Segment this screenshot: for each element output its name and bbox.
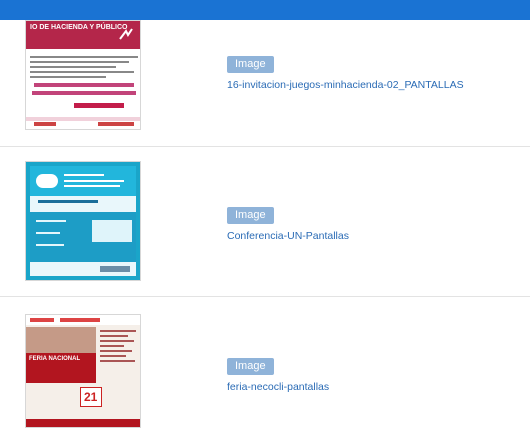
image-thumbnail[interactable]: IO DE HACIENDA Y PÚBLICO [25,20,141,130]
list-item[interactable]: IO DE HACIENDA Y PÚBLICO Image 16-invita… [0,0,530,150]
list-item[interactable]: FERIA NACIONAL 21 Image feria-necocli-pa… [0,296,530,446]
thumbnail-side-text [100,327,140,413]
thumbnail-info-panel [30,212,136,262]
thumbnail-logo [60,318,100,322]
thumbnail-header-text: IO DE HACIENDA Y PÚBLICO [30,24,128,31]
thumbnail-date: 21 [80,387,102,407]
type-badge: Image [227,56,274,73]
image-thumbnail[interactable]: FERIA NACIONAL 21 [25,314,141,428]
thumbnail-info-box [92,220,132,242]
thumbnail-header [26,315,140,325]
thumbnail-brand [74,103,124,108]
thumbnail-title: FERIA NACIONAL [29,356,81,362]
thumbnail-day: 21 [84,390,98,404]
thumbnail-title-line [64,185,120,187]
type-badge: Image [227,207,274,224]
panel-line [36,232,60,234]
thumbnail-footer [26,419,140,427]
thumbnail-title-line [64,180,124,182]
panel-line [36,244,64,246]
file-name-link[interactable]: Conferencia-UN-Pantallas [227,229,349,243]
ribbon-icon [119,28,133,40]
thumbnail-title-line [64,174,104,176]
thumbnail-body-text [30,53,138,81]
thumbnail-header [30,166,136,196]
list-item[interactable]: Image Conferencia-UN-Pantallas [0,146,530,296]
type-badge: Image [227,358,274,375]
thumbnail-logos [100,266,130,272]
image-thumbnail[interactable] [25,161,141,281]
panel-line [36,220,66,222]
file-name-link[interactable]: feria-necocli-pantallas [227,380,329,394]
thumbnail-card [30,166,136,276]
thumbnail-logo [98,122,134,126]
thumbnail-tagline-2 [32,91,136,95]
thumbnail-speaker [38,200,98,203]
thumbnail-footer [26,117,140,121]
speech-bubble-icon [36,174,58,188]
thumbnail-logo [30,318,54,322]
thumbnail-tagline [34,83,134,87]
thumbnail-title-block: FERIA NACIONAL [26,353,96,383]
thumbnail-logo [34,122,56,126]
file-name-link[interactable]: 16-invitacion-juegos-minhacienda-02_PANT… [227,78,464,92]
